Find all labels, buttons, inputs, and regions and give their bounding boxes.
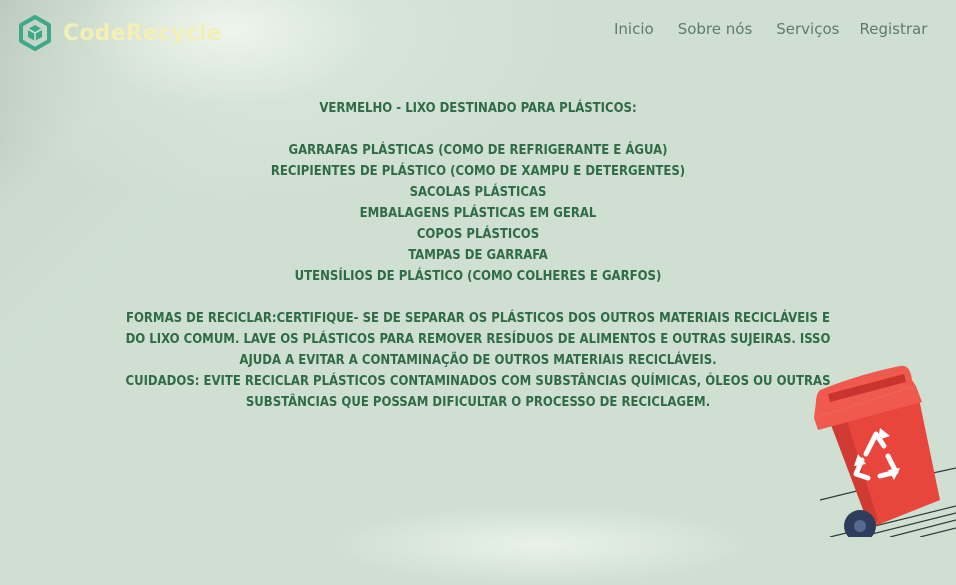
list-item: GARRAFAS PLÁSTICAS (COMO DE REFRIGERANTE… bbox=[288, 143, 668, 158]
recycle-cube-icon bbox=[19, 15, 51, 51]
list-item: RECIPIENTES DE PLÁSTICO (COMO DE XAMPU E… bbox=[270, 164, 686, 179]
nav-link-servicos[interactable]: Serviços bbox=[776, 20, 839, 38]
main-nav: Inicio Sobre nós Serviços Registrar bbox=[612, 20, 927, 38]
list-item: SACOLAS PLÁSTICAS bbox=[409, 185, 547, 200]
nav-link-inicio[interactable]: Inicio bbox=[614, 20, 654, 38]
cautions-line: CUIDADOS: EVITE RECICLAR PLÁSTICOS CONTA… bbox=[125, 374, 831, 389]
nav-link-registrar[interactable]: Registrar bbox=[859, 20, 927, 38]
brand-name: CodeRecycle bbox=[63, 20, 222, 46]
floor-highlight bbox=[330, 505, 750, 585]
list-item: TAMPAS DE GARRAFA bbox=[408, 248, 548, 263]
red-recycling-bin-icon bbox=[814, 365, 956, 537]
list-item: UTENSÍLIOS DE PLÁSTICO (COMO COLHERES E … bbox=[294, 269, 662, 284]
nav-link-sobre-nos[interactable]: Sobre nós bbox=[678, 20, 753, 38]
site-header: CodeRecycle Inicio Sobre nós Serviços Re… bbox=[0, 0, 956, 66]
recycling-instructions-line: AJUDA A EVITAR A CONTAMINAÇÃO DE OUTROS … bbox=[239, 353, 717, 368]
recycling-instructions-line: FORMAS DE RECICLAR:CERTIFIQUE- SE DE SEP… bbox=[125, 311, 831, 326]
list-item: COPOS PLÁSTICOS bbox=[416, 227, 540, 242]
logo[interactable]: CodeRecycle bbox=[17, 15, 222, 51]
section-heading: VERMELHO - LIXO DESTINADO PARA PLÁSTICOS… bbox=[319, 101, 637, 116]
list-item: EMBALAGENS PLÁSTICAS EM GERAL bbox=[359, 206, 597, 221]
content-text: VERMELHO - LIXO DESTINADO PARA PLÁSTICOS… bbox=[120, 98, 836, 413]
recycling-instructions-line: DO LIXO COMUM. LAVE OS PLÁSTICOS PARA RE… bbox=[125, 332, 831, 347]
cautions-line: SUBSTÂNCIAS QUE POSSAM DIFICULTAR O PROC… bbox=[245, 395, 711, 410]
